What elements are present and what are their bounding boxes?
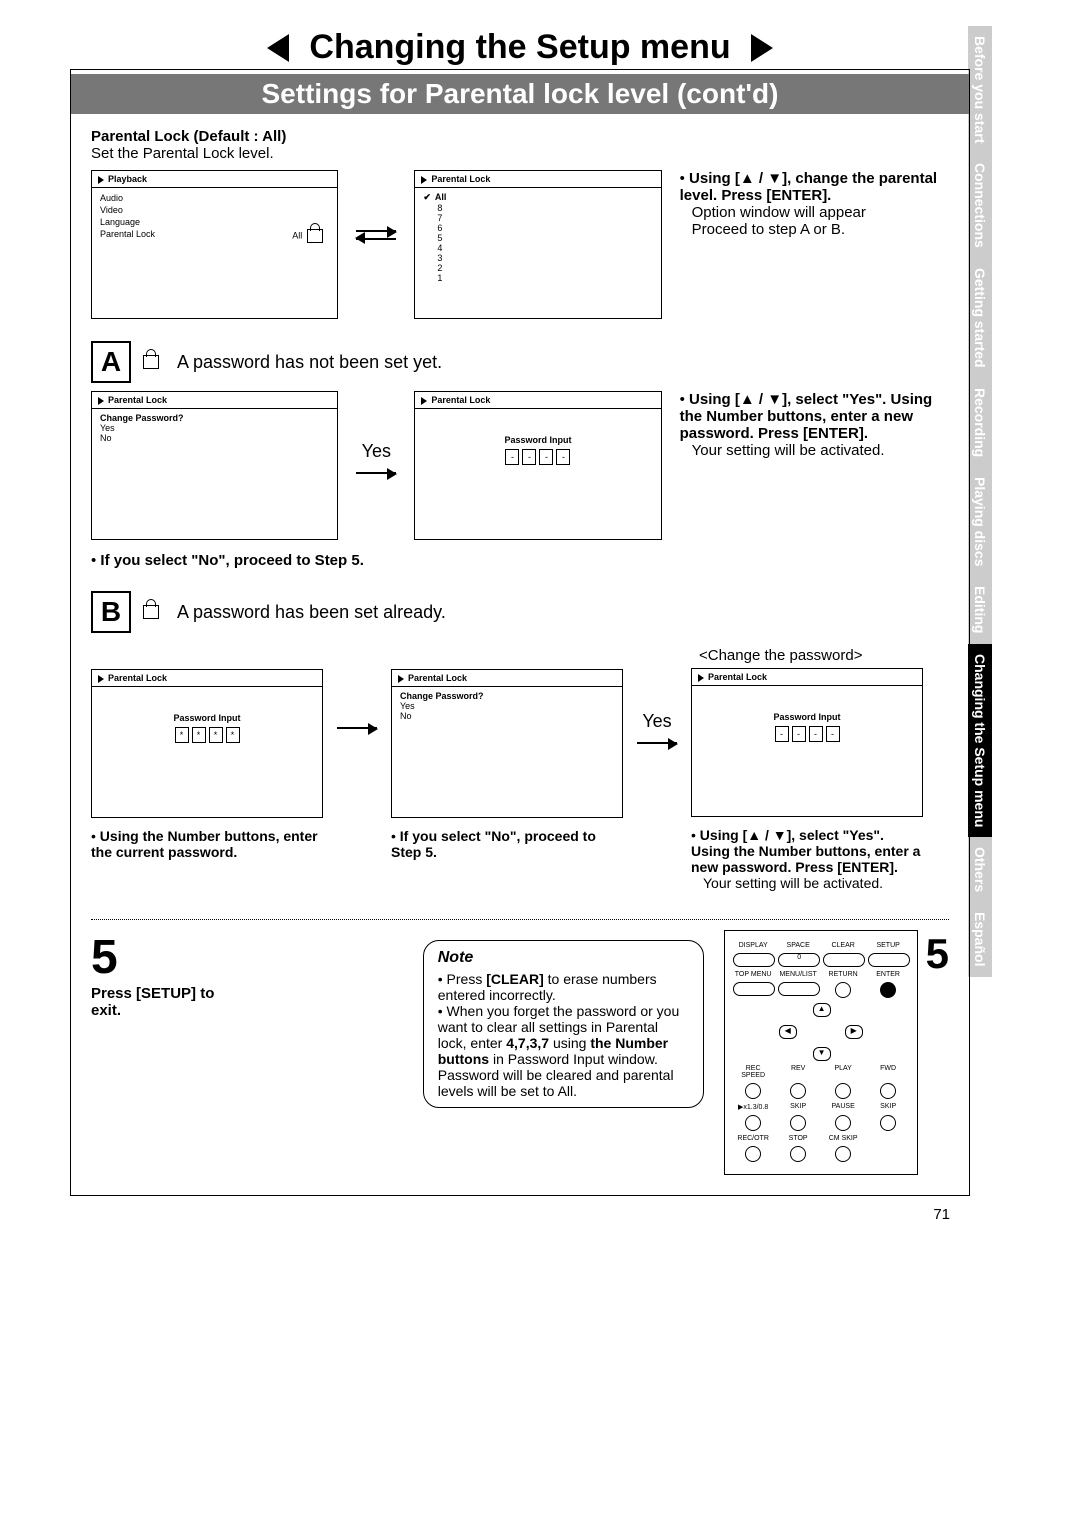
screen-password-input-b1: Parental Lock Password Input * * * * bbox=[91, 669, 323, 818]
page-subtitle: Settings for Parental lock level (cont'd… bbox=[71, 74, 969, 114]
instruction-b3: • Using [▲ / ▼], select "Yes". Using the… bbox=[691, 827, 921, 891]
tab-connections[interactable]: Connections bbox=[967, 153, 992, 258]
yes-label-a: Yes bbox=[362, 441, 391, 462]
note-below-a: • If you select "No", proceed to Step 5. bbox=[91, 552, 949, 569]
screen-parental-levels: Parental Lock ✔All 8 7 6 5 4 3 2 1 bbox=[414, 170, 661, 319]
tab-changing-setup-menu[interactable]: Changing the Setup menu bbox=[967, 644, 992, 837]
screen-change-password-a: Parental Lock Change Password? Yes No bbox=[91, 391, 338, 540]
screen-password-input-b2: Parental Lock Password Input - - - - bbox=[691, 668, 923, 817]
tab-before-you-start[interactable]: Before you start bbox=[967, 26, 992, 153]
side-nav-tabs: Before you start Connections Getting sta… bbox=[967, 26, 992, 977]
instruction-b2: • If you select "No", proceed to Step 5. bbox=[391, 828, 621, 860]
yes-label-b: Yes bbox=[642, 711, 671, 732]
change-password-title: <Change the password> bbox=[699, 647, 923, 664]
page-title: Changing the Setup menu bbox=[299, 28, 740, 67]
screen-change-password-b: Parental Lock Change Password? Yes No bbox=[391, 669, 623, 818]
tab-getting-started[interactable]: Getting started bbox=[967, 258, 992, 378]
tab-playing-discs[interactable]: Playing discs bbox=[967, 467, 992, 576]
instruction-b1: • Using the Number buttons, enter the cu… bbox=[91, 828, 321, 860]
tab-espanol[interactable]: Español bbox=[967, 902, 992, 976]
arrow-right-icon bbox=[337, 727, 377, 729]
page-number: 71 bbox=[70, 1196, 970, 1223]
parental-lock-intro: Set the Parental Lock level. bbox=[91, 145, 949, 162]
lock-icon bbox=[307, 229, 323, 243]
step-b-label: B bbox=[91, 591, 131, 633]
step-a-label: A bbox=[91, 341, 131, 383]
remote-step-5: 5 bbox=[926, 930, 949, 978]
tab-others[interactable]: Others bbox=[967, 837, 992, 902]
arrow-right-icon bbox=[637, 742, 677, 744]
lock-icon bbox=[143, 605, 159, 619]
tab-recording[interactable]: Recording bbox=[967, 378, 992, 467]
screen-playback: Playback Audio Video Language Parental L… bbox=[91, 170, 338, 319]
instruction-step-a: • Using [▲ / ▼], select "Yes". Using the… bbox=[680, 391, 949, 459]
step-a-text: A password has not been set yet. bbox=[177, 352, 442, 373]
parental-lock-heading: Parental Lock (Default : All) bbox=[91, 128, 949, 145]
note-box: Note • Press [CLEAR] to erase numbers en… bbox=[423, 940, 704, 1108]
step-5-number: 5 bbox=[91, 930, 223, 985]
remote-diagram: DISPLAYSPACECLEARSETUP 0 TOP MENUMENU/LI… bbox=[724, 930, 918, 1175]
arrow-right-icon bbox=[356, 472, 396, 474]
step-5-text: Press [SETUP] to exit. bbox=[91, 985, 214, 1019]
arrow-left-icon bbox=[356, 238, 396, 240]
screen-password-input-a: Parental Lock Password Input - - - - bbox=[414, 391, 661, 540]
step-b-text: A password has been set already. bbox=[177, 602, 446, 623]
instruction-change-level: • Using [▲ / ▼], change the parental lev… bbox=[680, 170, 949, 238]
unlock-icon bbox=[143, 355, 159, 369]
tab-editing[interactable]: Editing bbox=[967, 576, 992, 643]
page-title-banner: Changing the Setup menu bbox=[110, 28, 930, 67]
